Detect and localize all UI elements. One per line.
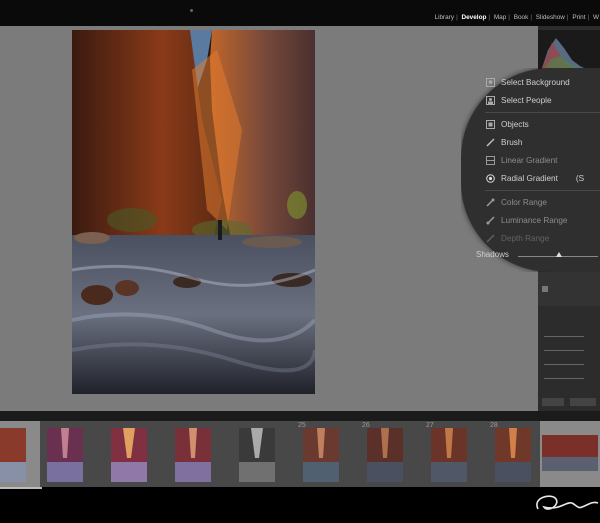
thumbnail xyxy=(175,428,211,482)
filmstrip-cell-selected[interactable] xyxy=(540,421,600,487)
thumbnail xyxy=(495,428,531,482)
mask-menu: Select Background Select People Objects … xyxy=(461,68,600,272)
menu-item-radial-gradient[interactable]: Radial Gradient (S xyxy=(486,170,584,186)
thumbnail xyxy=(431,428,467,482)
signature-icon xyxy=(0,487,599,510)
radial-gradient-shortcut: (S xyxy=(575,173,585,183)
menu-item-select-background[interactable]: Select Background xyxy=(486,74,570,90)
thumbnail xyxy=(303,428,339,482)
filmstrip-cell[interactable]: 26 xyxy=(360,421,425,487)
module-slideshow[interactable]: Slideshow xyxy=(536,14,565,21)
color-range-icon xyxy=(486,197,495,207)
filmstrip-cell[interactable] xyxy=(232,421,297,487)
filmstrip-cell[interactable]: 25 xyxy=(296,421,361,487)
filmstrip-cell[interactable] xyxy=(104,421,169,487)
filmstrip-cell[interactable] xyxy=(0,421,41,487)
filmstrip-cell[interactable] xyxy=(168,421,233,487)
menu-item-brush[interactable]: Brush xyxy=(486,134,522,150)
module-print[interactable]: Print xyxy=(572,14,585,21)
filmstrip-cell[interactable]: 27 xyxy=(424,421,489,487)
select-people-icon xyxy=(486,95,495,105)
module-book[interactable]: Book xyxy=(514,14,529,21)
depth-range-icon xyxy=(486,233,495,243)
module-picker: Library | Develop | Map | Book | Slideshow | … xyxy=(434,14,599,21)
thumbnail xyxy=(542,435,598,471)
objects-icon xyxy=(486,119,495,129)
main-photo[interactable] xyxy=(72,30,315,394)
menu-divider xyxy=(485,190,600,191)
filmstrip: 25 26 27 28 xyxy=(0,421,600,487)
menu-divider xyxy=(485,112,600,113)
menu-item-objects[interactable]: Objects xyxy=(486,116,529,132)
module-map[interactable]: Map xyxy=(494,14,506,21)
menu-item-linear-gradient[interactable]: Linear Gradient xyxy=(486,152,557,168)
top-bar: Library | Develop | Map | Book | Slideshow | … xyxy=(0,0,600,26)
radial-gradient-icon xyxy=(486,173,495,183)
brush-icon xyxy=(486,137,495,147)
module-develop[interactable]: Develop xyxy=(462,14,487,21)
module-web[interactable]: W xyxy=(593,14,599,21)
menu-item-select-people[interactable]: Select People xyxy=(486,92,552,108)
shadows-label: Shadows xyxy=(476,250,509,259)
bottom-band xyxy=(0,487,600,518)
menu-item-color-range[interactable]: Color Range xyxy=(486,194,547,210)
thumbnail xyxy=(47,428,83,482)
menu-item-depth-range[interactable]: Depth Range xyxy=(486,230,549,246)
module-library[interactable]: Library xyxy=(435,14,455,21)
thumbnail xyxy=(239,428,275,482)
filmstrip-toolbar xyxy=(0,411,600,421)
thumbnail xyxy=(111,428,147,482)
top-indicator-dot xyxy=(190,9,193,12)
thumbnail xyxy=(367,428,403,482)
luminance-range-icon xyxy=(486,215,495,225)
shadows-slider-knob[interactable] xyxy=(556,252,562,257)
shadows-slider-row: Shadows xyxy=(476,250,600,264)
linear-gradient-icon xyxy=(486,155,495,165)
thumbnail xyxy=(0,428,26,482)
filmstrip-cell[interactable] xyxy=(40,421,105,487)
select-background-icon xyxy=(486,77,495,87)
menu-item-luminance-range[interactable]: Luminance Range xyxy=(486,212,567,228)
